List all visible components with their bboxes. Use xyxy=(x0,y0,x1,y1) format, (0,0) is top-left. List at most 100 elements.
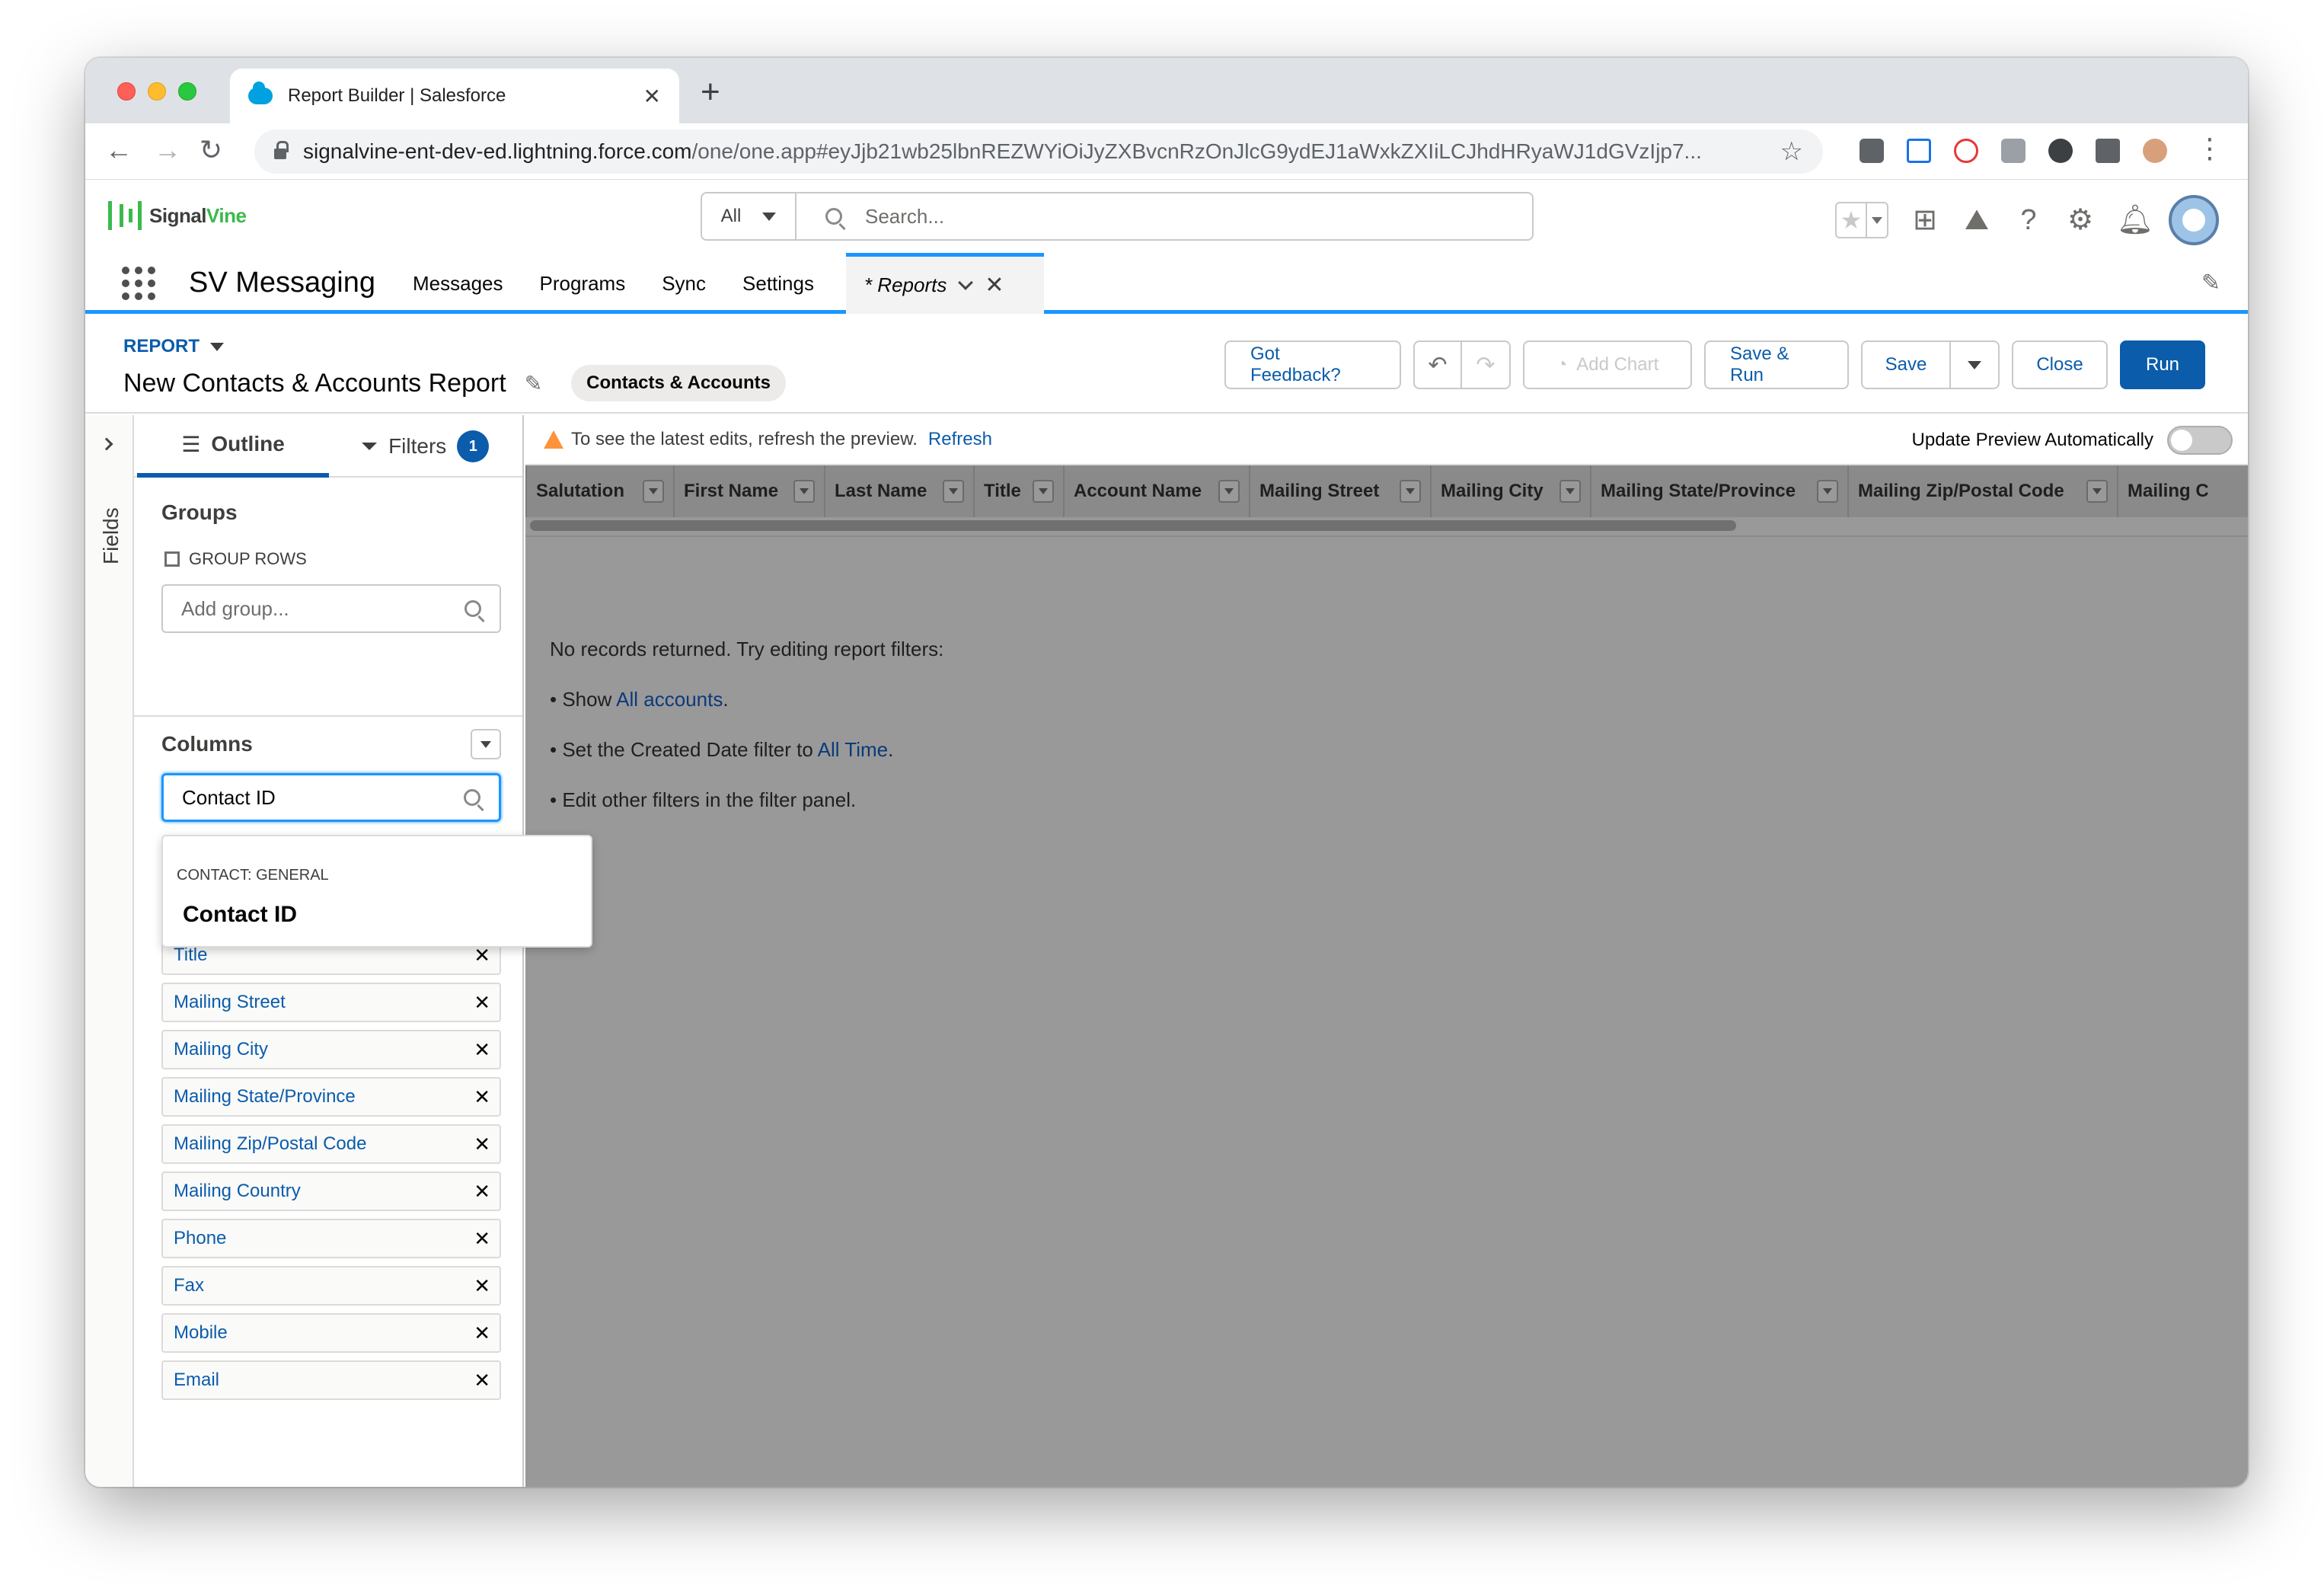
column-item[interactable]: Mailing Zip/Postal Code ✕ xyxy=(161,1124,501,1164)
column-item[interactable]: Email ✕ xyxy=(161,1360,501,1400)
maximize-window-button[interactable] xyxy=(178,82,196,101)
save-options-button[interactable] xyxy=(1951,340,2000,389)
back-arrow-icon[interactable]: ← xyxy=(105,134,132,166)
columns-search-input[interactable]: Contact ID xyxy=(161,773,501,822)
remove-column-icon[interactable]: ✕ xyxy=(474,1133,490,1156)
column-header[interactable]: Title xyxy=(975,465,1065,517)
edit-nav-pencil-icon[interactable]: ✎ xyxy=(2201,270,2220,296)
remove-column-icon[interactable]: ✕ xyxy=(474,1085,490,1109)
setup-gear-icon[interactable]: ⚙ xyxy=(2065,205,2096,235)
column-header[interactable]: Mailing C xyxy=(2118,465,2248,517)
column-item[interactable]: Mobile ✕ xyxy=(161,1313,501,1353)
nav-item-settings[interactable]: Settings xyxy=(742,272,814,296)
close-tab-icon[interactable]: ✕ xyxy=(643,84,661,109)
address-bar[interactable]: signalvine-ent-dev-ed.lightning.force.co… xyxy=(254,129,1823,174)
column-header[interactable]: Account Name xyxy=(1065,465,1250,517)
column-item[interactable]: Mailing City ✕ xyxy=(161,1030,501,1069)
add-chart-button[interactable]: ◔ Add Chart xyxy=(1523,340,1692,389)
app-launcher-icon[interactable] xyxy=(122,267,155,300)
column-item[interactable]: Fax ✕ xyxy=(161,1266,501,1306)
search-scope-select[interactable]: All xyxy=(702,193,796,239)
signalvine-logo[interactable]: SignalVine xyxy=(108,201,247,230)
trailhead-icon[interactable]: ⛰ xyxy=(1962,205,1992,235)
extension-blocker-icon[interactable] xyxy=(1954,139,1978,163)
extension-triangle-icon[interactable] xyxy=(1907,139,1931,163)
column-menu-button[interactable] xyxy=(643,480,664,503)
minimize-window-button[interactable] xyxy=(148,82,166,101)
save-and-run-button[interactable]: Save & Run xyxy=(1704,340,1849,389)
column-menu-button[interactable] xyxy=(1400,480,1421,503)
columns-menu-button[interactable] xyxy=(471,729,501,759)
tab-filters[interactable]: ⏷ Filters 1 xyxy=(329,415,521,478)
run-button[interactable]: Run xyxy=(2120,340,2205,389)
favorites-button-group[interactable]: ★ xyxy=(1835,202,1888,238)
favorites-list-button[interactable] xyxy=(1866,203,1887,237)
remove-column-icon[interactable]: ✕ xyxy=(474,1038,490,1062)
extensions-puzzle-icon[interactable] xyxy=(2096,139,2120,163)
fields-label[interactable]: Fields xyxy=(99,507,123,564)
auto-update-toggle[interactable] xyxy=(2167,426,2233,455)
chevron-right-icon[interactable] xyxy=(100,437,113,451)
extension-turtle-icon[interactable] xyxy=(2048,139,2073,163)
global-actions-icon[interactable]: ⊞ xyxy=(1910,205,1940,235)
nav-item-messages[interactable]: Messages xyxy=(413,272,503,296)
fields-rail[interactable]: Fields xyxy=(85,415,134,1487)
browser-menu-icon[interactable]: ⋮ xyxy=(2196,133,2223,165)
column-menu-button[interactable] xyxy=(1218,480,1240,503)
help-icon[interactable]: ? xyxy=(2013,205,2044,235)
column-item[interactable]: Mailing Street ✕ xyxy=(161,983,501,1022)
notifications-bell-icon[interactable]: 🔔︎ xyxy=(2117,205,2153,235)
all-accounts-link[interactable]: All accounts xyxy=(616,688,723,711)
profile-avatar[interactable] xyxy=(2143,139,2167,163)
column-menu-button[interactable] xyxy=(1559,480,1581,503)
remove-column-icon[interactable]: ✕ xyxy=(474,1369,490,1392)
remove-column-icon[interactable]: ✕ xyxy=(474,1274,490,1298)
column-menu-button[interactable] xyxy=(1033,480,1054,503)
browser-tab[interactable]: Report Builder | Salesforce ✕ xyxy=(230,69,679,123)
remove-column-icon[interactable]: ✕ xyxy=(474,1322,490,1345)
got-feedback-button[interactable]: Got Feedback? xyxy=(1224,340,1401,389)
bookmark-star-icon[interactable]: ☆ xyxy=(1780,136,1803,167)
new-tab-button[interactable]: + xyxy=(701,73,720,111)
remove-column-icon[interactable]: ✕ xyxy=(474,991,490,1015)
column-header[interactable]: Mailing City xyxy=(1432,465,1591,517)
column-header[interactable]: First Name xyxy=(675,465,825,517)
add-group-input[interactable]: Add group... xyxy=(161,584,501,633)
nav-item-reports[interactable]: * Reports ✕ xyxy=(845,253,1044,314)
nav-item-sync[interactable]: Sync xyxy=(662,272,706,296)
close-button[interactable]: Close xyxy=(2012,340,2108,389)
undo-icon[interactable]: ↶ xyxy=(1413,340,1462,389)
column-menu-button[interactable] xyxy=(2086,480,2108,503)
horizontal-scrollbar[interactable] xyxy=(530,520,1736,531)
search-input[interactable]: Search... xyxy=(796,205,1532,229)
extension-g-icon[interactable] xyxy=(1860,139,1884,163)
column-header[interactable]: Mailing Zip/Postal Code xyxy=(1849,465,2118,517)
tab-outline[interactable]: ☰ Outline xyxy=(137,415,329,478)
forward-arrow-icon[interactable]: → xyxy=(154,134,181,166)
nav-item-programs[interactable]: Programs xyxy=(540,272,626,296)
column-header[interactable]: Last Name xyxy=(825,465,975,517)
chevron-down-icon[interactable] xyxy=(958,274,974,290)
column-menu-button[interactable] xyxy=(943,480,964,503)
column-header[interactable]: Mailing State/Province xyxy=(1591,465,1849,517)
column-menu-button[interactable] xyxy=(1817,480,1838,503)
close-tab-icon[interactable]: ✕ xyxy=(985,272,1004,299)
dropdown-option-contact-id[interactable]: Contact ID xyxy=(183,902,297,928)
save-button[interactable]: Save xyxy=(1861,340,1951,389)
column-item[interactable]: Phone ✕ xyxy=(161,1219,501,1258)
remove-column-icon[interactable]: ✕ xyxy=(474,1180,490,1203)
report-eyebrow-menu[interactable]: REPORT xyxy=(123,336,225,357)
column-item[interactable]: Mailing State/Province ✕ xyxy=(161,1077,501,1117)
column-header[interactable]: Mailing Street xyxy=(1250,465,1432,517)
edit-title-pencil-icon[interactable]: ✎ xyxy=(525,371,542,396)
redo-icon[interactable]: ↷ xyxy=(1462,340,1511,389)
user-avatar[interactable] xyxy=(2169,195,2219,245)
close-window-button[interactable] xyxy=(117,82,136,101)
all-time-link[interactable]: All Time xyxy=(818,738,888,761)
remove-column-icon[interactable]: ✕ xyxy=(474,1227,490,1251)
column-item[interactable]: Mailing Country ✕ xyxy=(161,1171,501,1211)
reload-icon[interactable]: ↻ xyxy=(200,134,222,166)
refresh-link[interactable]: Refresh xyxy=(928,429,992,450)
column-header[interactable]: Salutation xyxy=(527,465,675,517)
favorite-star-icon[interactable]: ★ xyxy=(1837,203,1866,237)
